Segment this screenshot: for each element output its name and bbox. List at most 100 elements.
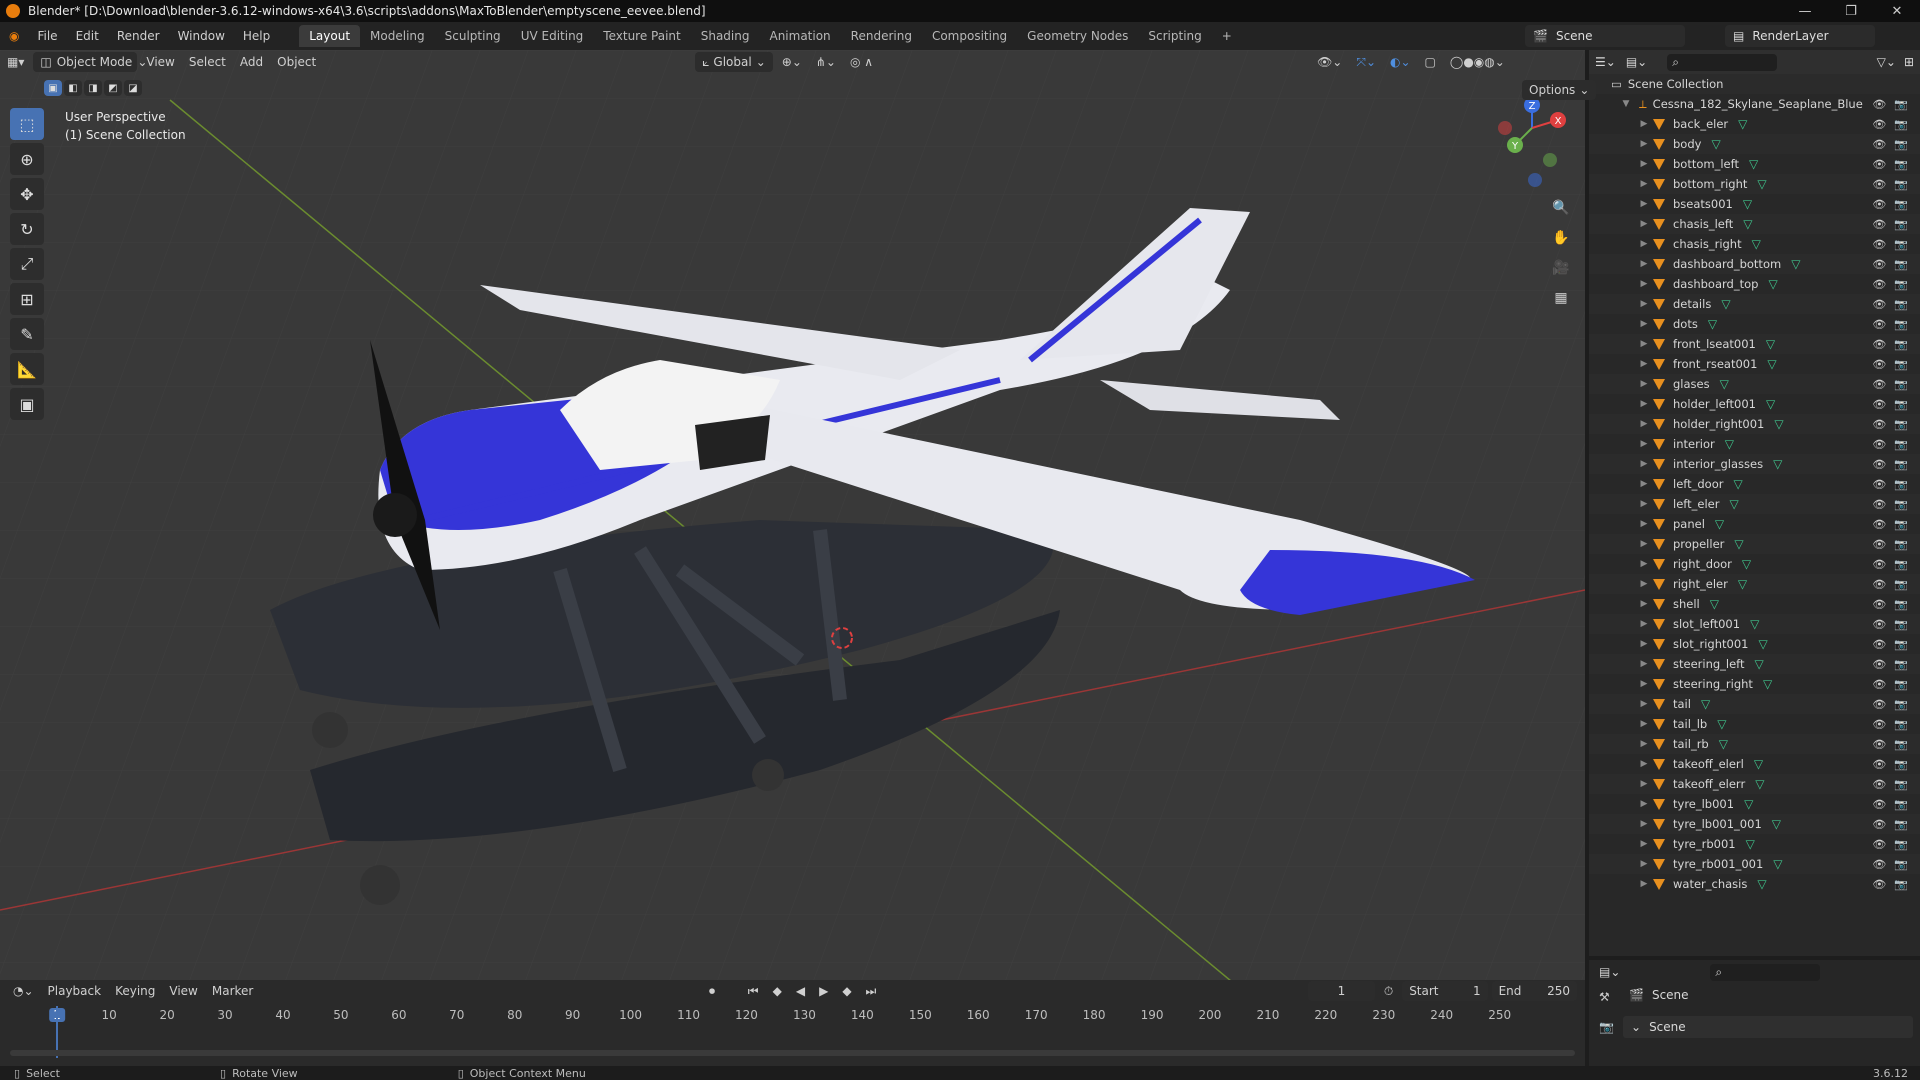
eye-icon[interactable]: 👁 xyxy=(1872,298,1886,311)
expand-arrow-icon[interactable]: ▼ xyxy=(1619,99,1633,109)
camera-icon[interactable]: 📷 xyxy=(1894,278,1908,291)
outliner-item-left_door[interactable]: ▶ left_door ▽ 👁 📷 xyxy=(1589,474,1920,494)
outliner-item-bseats001[interactable]: ▶ bseats001 ▽ 👁 📷 xyxy=(1589,194,1920,214)
camera-icon[interactable]: 📷 xyxy=(1894,418,1908,431)
render-layer-selector[interactable]: ▤ RenderLayer xyxy=(1725,25,1875,47)
timeline-editor-icon[interactable]: ◔⌄ xyxy=(6,981,41,1001)
camera-icon[interactable]: 📷 xyxy=(1894,358,1908,371)
eye-icon[interactable]: 👁 xyxy=(1872,398,1886,411)
tab-rendering[interactable]: Rendering xyxy=(841,25,922,47)
eye-icon[interactable]: 👁 xyxy=(1872,698,1886,711)
tab-scripting[interactable]: Scripting xyxy=(1138,25,1211,47)
eye-icon[interactable]: 👁 xyxy=(1872,258,1886,271)
expand-arrow-icon[interactable]: ▶ xyxy=(1637,339,1651,349)
restore-icon[interactable]: ❐ xyxy=(1828,4,1874,19)
visibility-icon[interactable]: 👁⌄ xyxy=(1310,52,1349,72)
camera-icon[interactable]: 📷 xyxy=(1894,558,1908,571)
select-extend-icon[interactable]: ◧ xyxy=(64,80,82,96)
stopwatch-icon[interactable]: ⏱ xyxy=(1377,981,1400,1001)
expand-arrow-icon[interactable]: ▶ xyxy=(1637,399,1651,409)
outliner-item-chasis_left[interactable]: ▶ chasis_left ▽ 👁 📷 xyxy=(1589,214,1920,234)
camera-icon[interactable]: 📷 xyxy=(1894,338,1908,351)
expand-arrow-icon[interactable]: ▶ xyxy=(1637,779,1651,789)
tab-layout[interactable]: Layout xyxy=(299,25,361,47)
select-subtract-icon[interactable]: ◨ xyxy=(84,80,102,96)
shading-modes-icon[interactable]: ◯●◉◍⌄ xyxy=(1443,52,1512,72)
expand-arrow-icon[interactable]: ▶ xyxy=(1637,739,1651,749)
expand-arrow-icon[interactable]: ▶ xyxy=(1637,539,1651,549)
eye-icon[interactable]: 👁 xyxy=(1872,178,1886,191)
expand-arrow-icon[interactable]: ▶ xyxy=(1637,379,1651,389)
eye-icon[interactable]: 👁 xyxy=(1872,98,1886,111)
camera-icon[interactable]: 📷 xyxy=(1894,578,1908,591)
expand-arrow-icon[interactable]: ▶ xyxy=(1637,199,1651,209)
outliner-item-tail[interactable]: ▶ tail ▽ 👁 📷 xyxy=(1589,694,1920,714)
start-frame-field[interactable]: Start 1 xyxy=(1402,981,1488,1001)
outliner-item-shell[interactable]: ▶ shell ▽ 👁 📷 xyxy=(1589,594,1920,614)
expand-arrow-icon[interactable]: ▶ xyxy=(1637,219,1651,229)
outliner-item-propeller[interactable]: ▶ propeller ▽ 👁 📷 xyxy=(1589,534,1920,554)
eye-icon[interactable]: 👁 xyxy=(1872,858,1886,871)
tab-modeling[interactable]: Modeling xyxy=(360,25,435,47)
cursor-icon[interactable]: ⊕ xyxy=(10,143,44,175)
eye-icon[interactable]: 👁 xyxy=(1872,618,1886,631)
camera-icon[interactable]: 📷 xyxy=(1894,438,1908,451)
snap-icon[interactable]: ⋔⌄ xyxy=(809,52,843,72)
expand-arrow-icon[interactable]: ▶ xyxy=(1637,119,1651,129)
camera-icon[interactable]: 📷 xyxy=(1894,178,1908,191)
expand-arrow-icon[interactable]: ▶ xyxy=(1637,759,1651,769)
expand-arrow-icon[interactable]: ▶ xyxy=(1637,459,1651,469)
menu-file[interactable]: File xyxy=(28,29,66,43)
jump-end-icon[interactable]: ⏭ xyxy=(859,981,884,1001)
expand-arrow-icon[interactable]: ▶ xyxy=(1637,439,1651,449)
play-icon[interactable]: ▶ xyxy=(812,981,835,1001)
gizmo-toggle-icon[interactable]: ⤧⌄ xyxy=(1349,52,1383,72)
camera-icon[interactable]: 📷 xyxy=(1894,738,1908,751)
outliner-item-tail_rb[interactable]: ▶ tail_rb ▽ 👁 📷 xyxy=(1589,734,1920,754)
add-cube-icon[interactable]: ▣ xyxy=(10,388,44,420)
options-dropdown[interactable]: Options ⌄ xyxy=(1522,80,1597,100)
outliner-item-takeoff_elerr[interactable]: ▶ takeoff_elerr ▽ 👁 📷 xyxy=(1589,774,1920,794)
pivot-point-icon[interactable]: ⊕⌄ xyxy=(775,52,809,72)
eye-icon[interactable]: 👁 xyxy=(1872,418,1886,431)
tab-uv-editing[interactable]: UV Editing xyxy=(511,25,594,47)
eye-icon[interactable]: 👁 xyxy=(1872,578,1886,591)
eye-icon[interactable]: 👁 xyxy=(1872,638,1886,651)
outliner-item-dashboard_bottom[interactable]: ▶ dashboard_bottom ▽ 👁 📷 xyxy=(1589,254,1920,274)
outliner-item-interior[interactable]: ▶ interior ▽ 👁 📷 xyxy=(1589,434,1920,454)
next-keyframe-icon[interactable]: ◆ xyxy=(835,981,858,1001)
filter-icon[interactable]: ▽⌄ xyxy=(1877,55,1896,69)
outliner-item-dashboard_top[interactable]: ▶ dashboard_top ▽ 👁 📷 xyxy=(1589,274,1920,294)
prev-keyframe-icon[interactable]: ◆ xyxy=(766,981,789,1001)
expand-arrow-icon[interactable]: ▶ xyxy=(1637,659,1651,669)
expand-arrow-icon[interactable]: ▶ xyxy=(1637,679,1651,689)
outliner-item-water_chasis[interactable]: ▶ water_chasis ▽ 👁 📷 xyxy=(1589,874,1920,894)
outliner-editor-icon[interactable]: ☰⌄ xyxy=(1595,55,1616,69)
outliner-item-takeoff_elerl[interactable]: ▶ takeoff_elerl ▽ 👁 📷 xyxy=(1589,754,1920,774)
camera-icon[interactable]: 📷 xyxy=(1894,818,1908,831)
transform-icon[interactable]: ⊞ xyxy=(10,283,44,315)
pan-hand-icon[interactable]: ✋ xyxy=(1548,225,1574,251)
mode-dropdown[interactable]: ◫ Object Mode ⌄ xyxy=(33,52,147,72)
camera-icon[interactable]: 📷 xyxy=(1894,118,1908,131)
expand-arrow-icon[interactable]: ▶ xyxy=(1637,279,1651,289)
ortho-grid-icon[interactable]: ▦ xyxy=(1548,285,1574,311)
expand-arrow-icon[interactable]: ▶ xyxy=(1637,259,1651,269)
camera-icon[interactable]: 📷 xyxy=(1894,678,1908,691)
camera-icon[interactable]: 📷 xyxy=(1894,198,1908,211)
expand-arrow-icon[interactable]: ▶ xyxy=(1637,579,1651,589)
menu-render[interactable]: Render xyxy=(108,29,169,43)
current-frame-field[interactable]: 1 xyxy=(1308,981,1375,1001)
eye-icon[interactable]: 👁 xyxy=(1872,318,1886,331)
expand-arrow-icon[interactable]: ▶ xyxy=(1637,799,1651,809)
expand-arrow-icon[interactable]: ▶ xyxy=(1637,819,1651,829)
camera-icon[interactable]: 📷 xyxy=(1894,218,1908,231)
camera-icon[interactable]: 📷 xyxy=(1894,778,1908,791)
tab-texture-paint[interactable]: Texture Paint xyxy=(593,25,690,47)
outliner-item-chasis_right[interactable]: ▶ chasis_right ▽ 👁 📷 xyxy=(1589,234,1920,254)
3d-viewport[interactable]: Z X Y xyxy=(0,50,1585,980)
outliner-item-bottom_left[interactable]: ▶ bottom_left ▽ 👁 📷 xyxy=(1589,154,1920,174)
annotate-icon[interactable]: ✎ xyxy=(10,318,44,350)
scene-collection-row[interactable]: ▭ Scene Collection xyxy=(1589,74,1920,94)
eye-icon[interactable]: 👁 xyxy=(1872,158,1886,171)
